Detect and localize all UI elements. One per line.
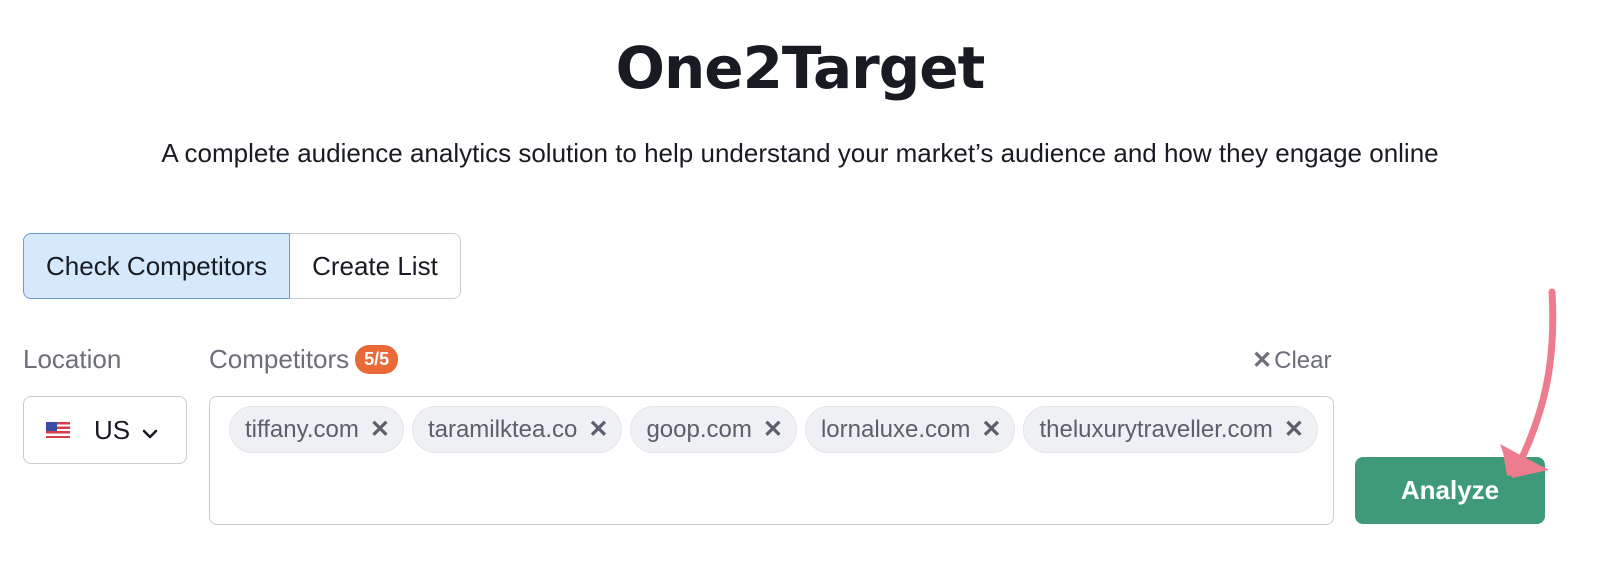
competitor-chip: goop.com ✕	[630, 406, 797, 453]
location-select[interactable]: US	[23, 396, 187, 464]
competitor-chip: theluxurytraveller.com ✕	[1023, 406, 1319, 453]
competitors-label-group: Competitors 5/5	[209, 344, 399, 375]
tab-check-competitors[interactable]: Check Competitors	[23, 233, 291, 299]
us-flag-icon	[46, 422, 70, 438]
remove-chip-icon[interactable]: ✕	[981, 415, 1001, 444]
competitor-chip: taramilktea.co ✕	[411, 406, 623, 453]
competitor-chip: lornaluxe.com ✕	[804, 406, 1016, 453]
tab-create-list[interactable]: Create List	[290, 233, 461, 299]
competitors-input[interactable]: tiffany.com ✕ taramilktea.co ✕ goop.com …	[209, 396, 1334, 525]
chip-label: goop.com	[646, 415, 752, 443]
chip-label: theluxurytraveller.com	[1039, 415, 1273, 443]
remove-chip-icon[interactable]: ✕	[588, 415, 608, 444]
mode-tabs: Check Competitors Create List	[23, 233, 461, 299]
chevron-down-icon	[142, 415, 158, 446]
clear-label: Clear	[1274, 347, 1332, 374]
close-icon: ✕	[1252, 347, 1273, 374]
remove-chip-icon[interactable]: ✕	[763, 415, 783, 444]
remove-chip-icon[interactable]: ✕	[1284, 415, 1304, 444]
page-subtitle: A complete audience analytics solution t…	[161, 138, 1439, 168]
competitor-chip: tiffany.com ✕	[229, 406, 404, 453]
clear-button[interactable]: ✕Clear	[1252, 346, 1331, 375]
analyze-button[interactable]: Analyze	[1355, 457, 1545, 524]
chip-label: tiffany.com	[245, 415, 359, 443]
chip-label: taramilktea.co	[427, 415, 578, 443]
chip-label: lornaluxe.com	[820, 415, 971, 443]
competitor-count-badge: 5/5	[355, 345, 399, 374]
location-label: Location	[23, 344, 122, 374]
remove-chip-icon[interactable]: ✕	[370, 415, 390, 444]
page-title: One2Target	[615, 34, 986, 102]
location-value: US	[94, 414, 131, 445]
competitors-label: Competitors	[209, 344, 350, 374]
